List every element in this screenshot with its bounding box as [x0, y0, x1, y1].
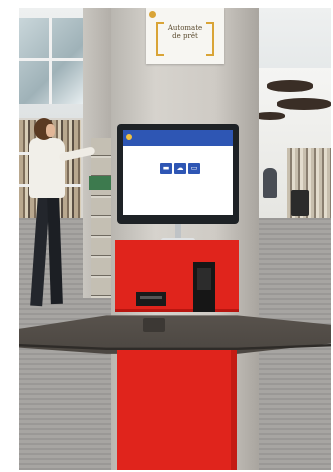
library-photo-scene: Automate de prêt ▬ ☁ ▭: [0, 0, 333, 472]
sign-bracket-right: [206, 22, 214, 56]
pendant-lamp: [255, 112, 285, 120]
photo-frame: Automate de prêt ▬ ☁ ▭: [19, 8, 331, 470]
card-icon[interactable]: ▭: [188, 163, 200, 174]
woman-face: [46, 124, 55, 137]
bookshelf-middle: [91, 138, 113, 298]
book-icon[interactable]: ▬: [160, 163, 172, 174]
trash-bin: [291, 190, 309, 216]
card-slot-opening: [140, 296, 162, 299]
pendant-lamp: [277, 98, 331, 110]
seated-person: [263, 168, 277, 198]
rfid-pad[interactable]: [143, 318, 165, 332]
screen-header: [123, 130, 233, 146]
screen-logo-icon: [126, 134, 132, 140]
sign-title: Automate de prêt: [167, 24, 203, 40]
pendant-lamp: [267, 80, 313, 92]
kiosk-base: [117, 350, 237, 470]
card-slot[interactable]: [136, 292, 166, 306]
book: [89, 176, 111, 190]
kiosk-screen[interactable]: ▬ ☁ ▭: [123, 130, 233, 215]
window: [19, 18, 86, 104]
cloud-icon[interactable]: ☁: [174, 163, 186, 174]
sign-logo-icon: [149, 11, 156, 18]
kiosk-monitor: ▬ ☁ ▭: [117, 124, 239, 224]
column-sign: Automate de prêt: [146, 8, 224, 64]
woman-blouse: [29, 138, 65, 198]
scanner-unit: [193, 262, 215, 312]
kiosk-upper-body: [115, 240, 239, 312]
sign-bracket-left: [156, 22, 164, 56]
